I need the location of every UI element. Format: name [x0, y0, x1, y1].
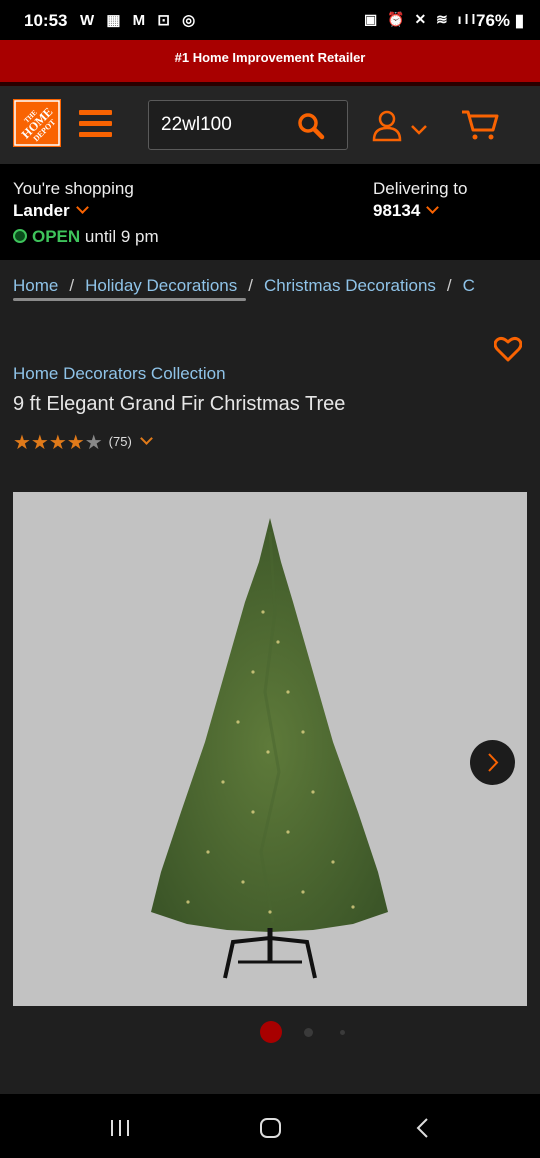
breadcrumb-scrollbar[interactable] — [13, 298, 246, 301]
chevron-down-icon — [139, 432, 153, 445]
recents-icon[interactable] — [109, 1118, 131, 1143]
breadcrumb-home[interactable]: Home — [13, 276, 58, 295]
breadcrumb-next[interactable]: C — [463, 276, 475, 295]
product-rating[interactable]: ★★★★★ (75) — [13, 430, 153, 455]
review-count: (75) — [108, 434, 132, 449]
system-icons: ▣ ⏰ ✕ ≋ ıll — [364, 11, 479, 27]
shopping-label: You're shopping — [13, 179, 134, 198]
chevron-down-icon — [75, 201, 89, 214]
site-header: THE HOME DEPOT — [0, 86, 540, 164]
back-icon[interactable] — [414, 1116, 432, 1145]
account-icon[interactable] — [372, 110, 430, 147]
product-brand-link[interactable]: Home Decorators Collection — [13, 364, 226, 384]
product-image[interactable] — [13, 492, 527, 1006]
store-hours: OPEN until 9 pm — [13, 227, 159, 247]
gallery-dot[interactable] — [304, 1028, 313, 1037]
status-dot-icon — [13, 229, 27, 243]
chevron-right-icon — [488, 753, 499, 772]
gallery-dot[interactable] — [340, 1030, 345, 1035]
cart-icon[interactable] — [460, 108, 500, 147]
breadcrumb-holiday-decorations[interactable]: Holiday Decorations — [85, 276, 237, 295]
notification-icons: W ▦ M ⊡ ◎ — [80, 12, 200, 29]
store-selector[interactable]: Lander — [13, 201, 89, 221]
zip-selector[interactable]: 98134 — [373, 201, 440, 221]
breadcrumb: Home / Holiday Decorations / Christmas Decor… — [13, 276, 475, 295]
home-icon[interactable] — [259, 1117, 283, 1144]
gallery-dot-active[interactable] — [260, 1021, 282, 1043]
status-bar: 10:53 W ▦ M ⊡ ◎ ▣ ⏰ ✕ ≋ ıll 76% ▮ — [0, 0, 540, 40]
home-depot-logo[interactable]: THE HOME DEPOT — [13, 99, 61, 147]
christmas-tree-image — [151, 518, 388, 979]
breadcrumb-christmas-decorations[interactable]: Christmas Decorations — [264, 276, 436, 295]
promo-banner: #1 Home Improvement Retailer — [0, 40, 540, 86]
search-icon[interactable] — [297, 112, 325, 145]
star-rating-icon: ★★★★ — [13, 432, 85, 454]
battery-level: 76% ▮ — [476, 11, 525, 30]
star-half-icon: ★ — [84, 432, 103, 454]
product-title: 9 ft Elegant Grand Fir Christmas Tree — [13, 393, 346, 415]
search-input[interactable] — [161, 113, 291, 137]
store-info-bar: You're shopping Lander OPEN until 9 pm D… — [0, 164, 540, 260]
chevron-down-icon — [426, 201, 440, 214]
heart-icon[interactable] — [493, 336, 523, 367]
system-nav-bar — [0, 1094, 540, 1158]
delivering-label: Delivering to — [373, 179, 468, 198]
next-image-button[interactable] — [470, 740, 515, 785]
search-box[interactable] — [148, 100, 348, 150]
status-time: 10:53 — [24, 11, 68, 30]
menu-icon[interactable] — [79, 110, 112, 138]
